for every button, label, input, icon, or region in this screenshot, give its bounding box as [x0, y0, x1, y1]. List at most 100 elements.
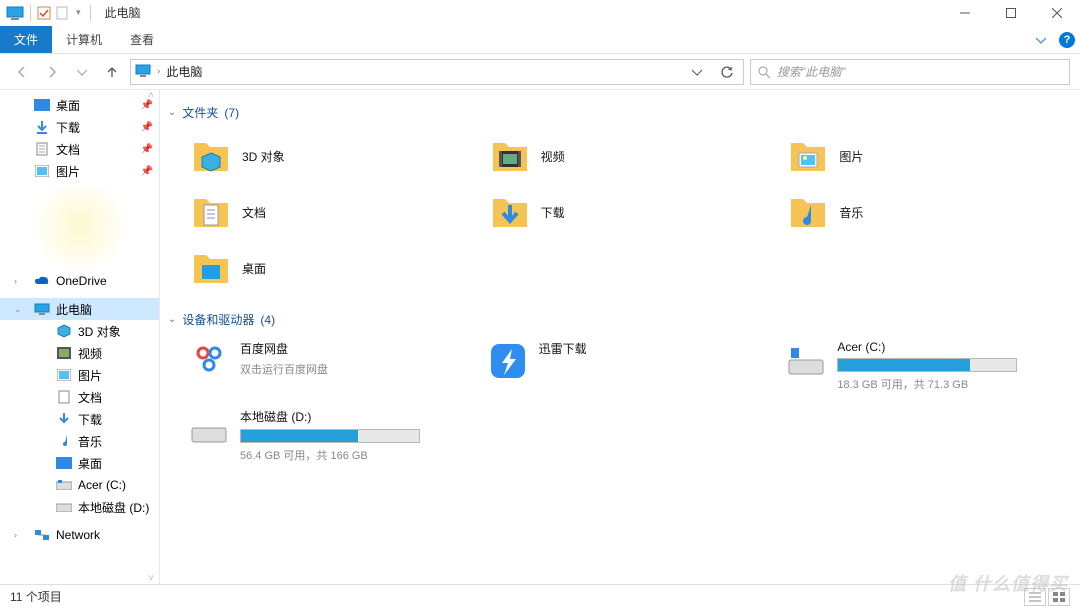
- sidebar-item-label: 下载: [56, 119, 80, 136]
- sidebar-network[interactable]: › Network: [0, 524, 159, 546]
- sidebar-videos[interactable]: 视频: [0, 342, 159, 364]
- sidebar-item-label: Acer (C:): [78, 478, 126, 492]
- nav-sidebar: ˄˅ 桌面 📌 下载 📌 文档 📌 图片 📌 › OneDrive: [0, 90, 160, 584]
- sidebar-music[interactable]: 音乐: [0, 430, 159, 452]
- folder-downloads[interactable]: 下载: [483, 185, 772, 239]
- folder-desktop[interactable]: 桌面: [184, 241, 473, 295]
- drive-usage-text: 18.3 GB 可用，共 71.3 GB: [837, 376, 1066, 392]
- chevron-down-icon[interactable]: ⌄: [168, 314, 176, 325]
- desktop-icon: [34, 97, 50, 113]
- chevron-down-icon[interactable]: ⌄: [14, 304, 22, 315]
- drive-usage-bar: [240, 429, 420, 443]
- sidebar-pictures[interactable]: 图片 📌: [0, 160, 159, 182]
- folder-label: 音乐: [839, 204, 863, 221]
- sidebar-acer-c[interactable]: Acer (C:): [0, 474, 159, 496]
- sidebar-downloads[interactable]: 下载 📌: [0, 116, 159, 138]
- tab-computer[interactable]: 计算机: [52, 26, 116, 53]
- nav-forward-button[interactable]: [40, 60, 64, 84]
- sidebar-desktop[interactable]: 桌面 📌: [0, 94, 159, 116]
- document-icon: [34, 141, 50, 157]
- drive-thunder[interactable]: 迅雷下载: [483, 336, 772, 396]
- download-icon: [56, 411, 72, 427]
- sidebar-item-label: 文档: [78, 389, 102, 406]
- refresh-button[interactable]: [715, 65, 739, 79]
- picture-icon: [56, 367, 72, 383]
- ribbon-tabs: 文件 计算机 查看 ?: [0, 26, 1080, 54]
- large-icons-view-button[interactable]: [1048, 588, 1070, 606]
- folder-label: 下载: [541, 204, 565, 221]
- this-pc-icon: [6, 6, 24, 20]
- 3d-folder-icon: [190, 135, 232, 177]
- drive-d-icon: [188, 408, 230, 450]
- video-folder-icon: [489, 135, 531, 177]
- group-title: 文件夹: [182, 104, 218, 121]
- sidebar-downloads-2[interactable]: 下载: [0, 408, 159, 430]
- drive-usage-bar: [837, 358, 1017, 372]
- drive-acer-c[interactable]: Acer (C:) 18.3 GB 可用，共 71.3 GB: [781, 336, 1070, 396]
- nav-back-button[interactable]: [10, 60, 34, 84]
- sidebar-documents-2[interactable]: 文档: [0, 386, 159, 408]
- folder-label: 图片: [839, 148, 863, 165]
- 3d-icon: [56, 323, 72, 339]
- quick-access-toolbar: ▾: [0, 5, 99, 21]
- baidu-icon: [188, 340, 230, 382]
- address-box[interactable]: › 此电脑: [130, 59, 744, 85]
- window-controls: [942, 0, 1080, 26]
- folder-3d-objects[interactable]: 3D 对象: [184, 129, 473, 183]
- close-button[interactable]: [1034, 0, 1080, 26]
- sidebar-item-label: 桌面: [56, 97, 80, 114]
- drive-local-d[interactable]: 本地磁盘 (D:) 56.4 GB 可用，共 166 GB: [184, 404, 473, 467]
- address-dropdown-icon[interactable]: [685, 67, 709, 77]
- sidebar-desktop-2[interactable]: 桌面: [0, 452, 159, 474]
- details-view-button[interactable]: [1024, 588, 1046, 606]
- ribbon-expand-icon[interactable]: [1028, 26, 1054, 53]
- new-folder-icon[interactable]: [55, 6, 69, 20]
- help-button[interactable]: ?: [1054, 26, 1080, 53]
- folder-pictures[interactable]: 图片: [781, 129, 1070, 183]
- maximize-button[interactable]: [988, 0, 1034, 26]
- drive-icon: [56, 477, 72, 493]
- folder-label: 文档: [242, 204, 266, 221]
- search-box[interactable]: [750, 59, 1070, 85]
- nav-recent-button[interactable]: [70, 60, 94, 84]
- scroll-down-icon[interactable]: ˅: [148, 573, 154, 584]
- drive-icon: [56, 499, 72, 515]
- folder-label: 桌面: [242, 260, 266, 277]
- folder-videos[interactable]: 视频: [483, 129, 772, 183]
- chevron-right-icon[interactable]: ›: [14, 530, 17, 540]
- folder-music[interactable]: 音乐: [781, 185, 1070, 239]
- search-input[interactable]: [777, 65, 1063, 79]
- pin-icon: 📌: [141, 144, 153, 155]
- window-title: 此电脑: [99, 4, 942, 21]
- qat-chevron-down-icon[interactable]: ▾: [73, 7, 84, 18]
- nav-up-button[interactable]: [100, 60, 124, 84]
- properties-icon[interactable]: [37, 6, 51, 20]
- sidebar-item-label: 3D 对象: [78, 323, 121, 340]
- status-item-count: 11 个项目: [10, 588, 62, 605]
- sidebar-local-d[interactable]: 本地磁盘 (D:): [0, 496, 159, 518]
- breadcrumb-this-pc[interactable]: 此电脑: [166, 63, 679, 80]
- network-icon: [34, 527, 50, 543]
- sidebar-documents[interactable]: 文档 📌: [0, 138, 159, 160]
- breadcrumb-sep-icon[interactable]: ›: [157, 66, 160, 77]
- tab-view[interactable]: 查看: [116, 26, 168, 53]
- chevron-down-icon[interactable]: ⌄: [168, 107, 176, 118]
- group-header-devices[interactable]: ⌄ 设备和驱动器 (4): [168, 311, 1070, 328]
- sidebar-pictures-2[interactable]: 图片: [0, 364, 159, 386]
- sidebar-item-label: 本地磁盘 (D:): [78, 499, 149, 516]
- picture-folder-icon: [787, 135, 829, 177]
- minimize-button[interactable]: [942, 0, 988, 26]
- drive-c-icon: [785, 340, 827, 382]
- folder-documents[interactable]: 文档: [184, 185, 473, 239]
- sidebar-3d-objects[interactable]: 3D 对象: [0, 320, 159, 342]
- drive-baidu[interactable]: 百度网盘 双击运行百度网盘: [184, 336, 473, 396]
- group-count: (7): [224, 106, 239, 120]
- sidebar-onedrive[interactable]: › OneDrive: [0, 270, 159, 292]
- title-bar: ▾ 此电脑: [0, 0, 1080, 26]
- sidebar-this-pc[interactable]: ⌄ 此电脑: [0, 298, 159, 320]
- chevron-right-icon[interactable]: ›: [14, 276, 17, 286]
- group-header-folders[interactable]: ⌄ 文件夹 (7): [168, 104, 1070, 121]
- sidebar-preview-thumbnail: [32, 186, 128, 266]
- pin-icon: 📌: [141, 166, 153, 177]
- tab-file[interactable]: 文件: [0, 26, 52, 53]
